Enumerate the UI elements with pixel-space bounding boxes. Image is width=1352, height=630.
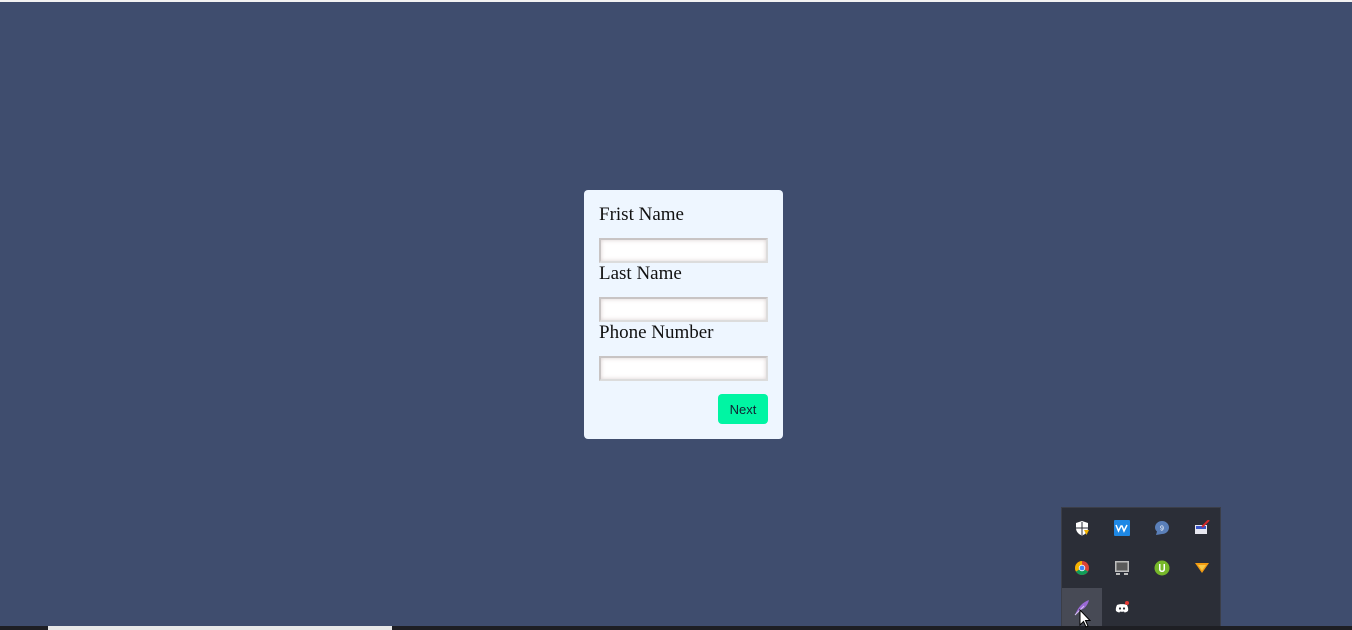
phone-number-label: Phone Number <box>599 322 714 343</box>
taskbar-active-app-indicator <box>48 626 392 630</box>
window-top-edge <box>0 0 1352 2</box>
phone-number-group: Phone Number <box>599 322 768 381</box>
first-name-group: Frist Name <box>599 204 768 263</box>
utorrent-icon[interactable] <box>1142 548 1182 588</box>
phone-number-input[interactable] <box>599 356 768 381</box>
display-tool-icon[interactable] <box>1182 508 1222 548</box>
last-name-label: Last Name <box>599 263 682 284</box>
chat-bubble-icon[interactable]: 9 <box>1142 508 1182 548</box>
vlc-icon[interactable] <box>1182 548 1222 588</box>
monitor-icon[interactable] <box>1102 548 1142 588</box>
signup-form-card: Frist Name Last Name Phone Number Next <box>584 190 783 439</box>
chrome-icon[interactable] <box>1062 548 1102 588</box>
chat-badge-count: 9 <box>1160 526 1164 533</box>
first-name-label: Frist Name <box>599 204 684 225</box>
discord-icon[interactable] <box>1102 588 1142 628</box>
last-name-group: Last Name <box>599 263 768 322</box>
mouse-cursor-icon <box>1079 609 1091 628</box>
windows-security-icon[interactable] <box>1062 508 1102 548</box>
first-name-input[interactable] <box>599 238 768 263</box>
last-name-input[interactable] <box>599 297 768 322</box>
waves-audio-icon[interactable] <box>1102 508 1142 548</box>
next-button[interactable]: Next <box>718 394 768 424</box>
